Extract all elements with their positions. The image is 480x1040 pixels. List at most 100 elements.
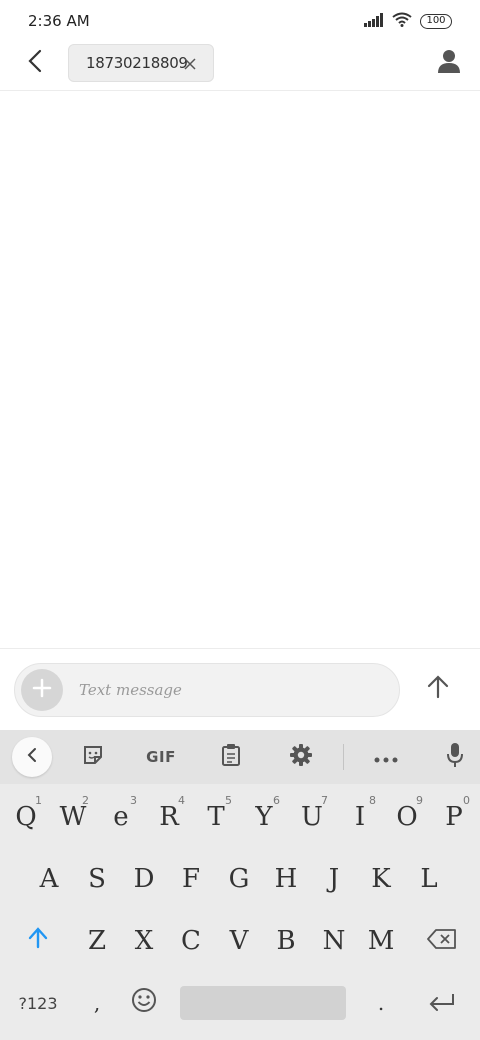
key-hint: 3 (130, 794, 137, 807)
key-o[interactable]: O9 (385, 786, 429, 848)
key-a[interactable]: A (26, 848, 72, 910)
voice-input-button[interactable] (435, 737, 475, 777)
key-label: U (301, 802, 323, 832)
key-label: Z (87, 926, 107, 956)
message-input[interactable] (79, 672, 379, 708)
key-q[interactable]: Q1 (4, 786, 48, 848)
key-label: K (371, 864, 391, 894)
enter-key[interactable] (412, 972, 472, 1034)
key-label: M (367, 926, 395, 956)
key-label: H (274, 864, 298, 894)
enter-icon (429, 988, 455, 1018)
conversation-header: 18730218809 (0, 44, 480, 91)
key-hint: 5 (225, 794, 232, 807)
key-hint: 8 (369, 794, 376, 807)
key-n[interactable]: N (311, 910, 357, 972)
key-l[interactable]: L (406, 848, 452, 910)
shift-icon (28, 926, 48, 956)
plus-icon (32, 678, 52, 702)
key-p[interactable]: P0 (432, 786, 476, 848)
signal-icon (364, 12, 384, 31)
contact-button[interactable] (434, 48, 464, 78)
chevron-left-icon (27, 747, 37, 767)
key-row-2: A S D F G H J K L (0, 848, 480, 910)
key-hint: 4 (178, 794, 185, 807)
send-button[interactable] (420, 671, 456, 707)
key-k[interactable]: K (358, 848, 404, 910)
clipboard-icon (221, 743, 241, 771)
wifi-icon (392, 12, 412, 31)
backspace-key[interactable] (412, 910, 472, 972)
key-u[interactable]: U7 (290, 786, 334, 848)
key-label: A (39, 864, 59, 894)
key-c[interactable]: C (168, 910, 214, 972)
gear-icon (289, 743, 313, 771)
period-key[interactable]: . (358, 972, 404, 1034)
key-f[interactable]: F (168, 848, 214, 910)
backspace-icon (427, 926, 457, 956)
key-r[interactable]: R4 (147, 786, 191, 848)
key-y[interactable]: Y6 (242, 786, 286, 848)
key-j[interactable]: J (311, 848, 357, 910)
compose-box (14, 663, 400, 717)
sticker-button[interactable] (73, 737, 113, 777)
key-v[interactable]: V (216, 910, 262, 972)
key-g[interactable]: G (216, 848, 262, 910)
status-icons: 100 (364, 12, 452, 31)
settings-button[interactable] (281, 737, 321, 777)
space-key[interactable] (180, 986, 346, 1020)
recipient-chip[interactable]: 18730218809 (68, 44, 214, 82)
collapse-toolbar-button[interactable] (12, 737, 52, 777)
key-hint: 6 (273, 794, 280, 807)
key-z[interactable]: Z (74, 910, 120, 972)
key-w[interactable]: W2 (51, 786, 95, 848)
key-hint: 7 (321, 794, 328, 807)
key-b[interactable]: B (263, 910, 309, 972)
key-e[interactable]: e3 (99, 786, 143, 848)
key-hint: 2 (82, 794, 89, 807)
sticker-icon (82, 744, 104, 770)
conversation-area (0, 92, 480, 648)
key-h[interactable]: H (263, 848, 309, 910)
key-label: F (181, 864, 201, 894)
more-horizontal-icon (374, 748, 398, 767)
key-row-3: Z X C V B N M (0, 910, 480, 972)
clipboard-button[interactable] (211, 737, 251, 777)
key-x[interactable]: X (121, 910, 167, 972)
shift-key[interactable] (8, 910, 68, 972)
gif-button[interactable]: GIF (141, 737, 181, 777)
emoji-icon (131, 987, 157, 1020)
close-icon[interactable] (181, 55, 199, 73)
arrow-up-icon (427, 675, 449, 703)
back-button[interactable] (20, 48, 50, 78)
key-label: C (181, 926, 201, 956)
key-label: I (354, 802, 366, 832)
key-label: N (322, 926, 346, 956)
more-button[interactable] (366, 737, 406, 777)
key-label: G (228, 864, 250, 894)
comma-key[interactable]: , (74, 972, 120, 1034)
key-label: B (276, 926, 296, 956)
key-label: T (207, 802, 225, 832)
emoji-key[interactable] (121, 972, 167, 1034)
key-label: R (159, 802, 179, 832)
symbols-key[interactable]: ?123 (8, 972, 68, 1034)
key-label: e (113, 802, 129, 832)
key-label: O (396, 802, 418, 832)
key-label: Q (15, 802, 37, 832)
key-i[interactable]: I8 (338, 786, 382, 848)
attach-button[interactable] (21, 669, 63, 711)
key-t[interactable]: T5 (194, 786, 238, 848)
microphone-icon (446, 742, 464, 772)
key-label: S (88, 864, 106, 894)
key-label: D (133, 864, 155, 894)
key-row-1: Q1 W2 e3 R4 T5 Y6 U7 I8 O9 P0 (0, 786, 480, 848)
compose-area (0, 648, 480, 730)
key-m[interactable]: M (358, 910, 404, 972)
key-s[interactable]: S (74, 848, 120, 910)
status-bar: 2:36 AM 100 (0, 0, 480, 44)
key-d[interactable]: D (121, 848, 167, 910)
key-label: X (134, 926, 154, 956)
key-label: V (229, 926, 249, 956)
battery-indicator: 100 (420, 14, 452, 29)
